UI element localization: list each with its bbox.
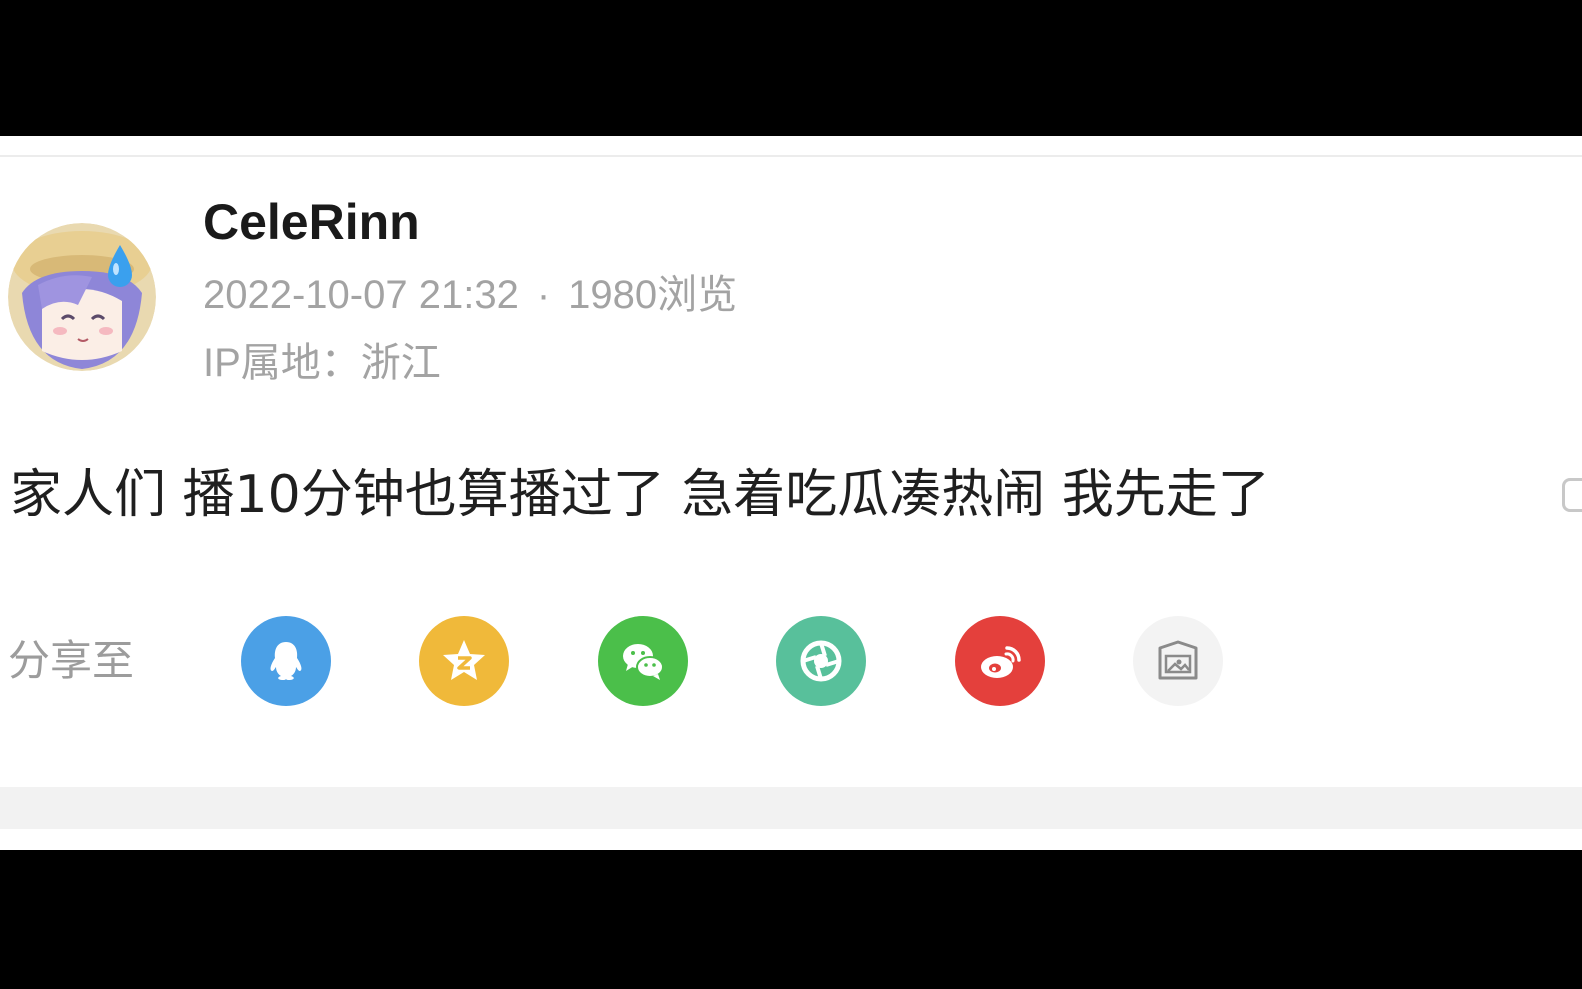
divider [0,155,1582,157]
username[interactable]: CeleRinn [203,192,420,252]
qzone-icon [443,640,485,680]
ip-location: IP属地：浙江 [203,341,441,385]
wechat-icon [623,644,664,680]
post-card: CeleRinn 2022-10-07 21:32 · 1980浏览 IP属地：浙江… [0,136,1582,850]
share-weibo-button[interactable] [955,616,1045,706]
emoji-icon [1562,478,1582,512]
letterbox-bottom [0,850,1582,989]
section-divider [0,787,1582,829]
share-label: 分享至 [8,636,135,685]
avatar[interactable] [8,223,156,371]
moments-icon [800,640,842,682]
share-wechat-button[interactable] [598,616,688,706]
post-datetime: 2022-10-07 21:32 [203,273,519,317]
letterbox-top [0,0,1582,136]
post-content: 家人们 播10分钟也算播过了 急着吃瓜凑热闹 我先走了 [10,465,1270,525]
meta-separator: · [536,273,551,317]
share-image-button[interactable] [1133,616,1223,706]
post-meta: 2022-10-07 21:32 · 1980浏览 [203,270,737,320]
share-qq-button[interactable] [241,616,331,706]
share-qzone-button[interactable] [419,616,509,706]
view-count: 1980浏览 [568,273,738,317]
qq-icon [270,642,302,680]
weibo-icon [981,646,1021,678]
image-share-icon [1158,640,1198,680]
share-moments-button[interactable] [776,616,866,706]
